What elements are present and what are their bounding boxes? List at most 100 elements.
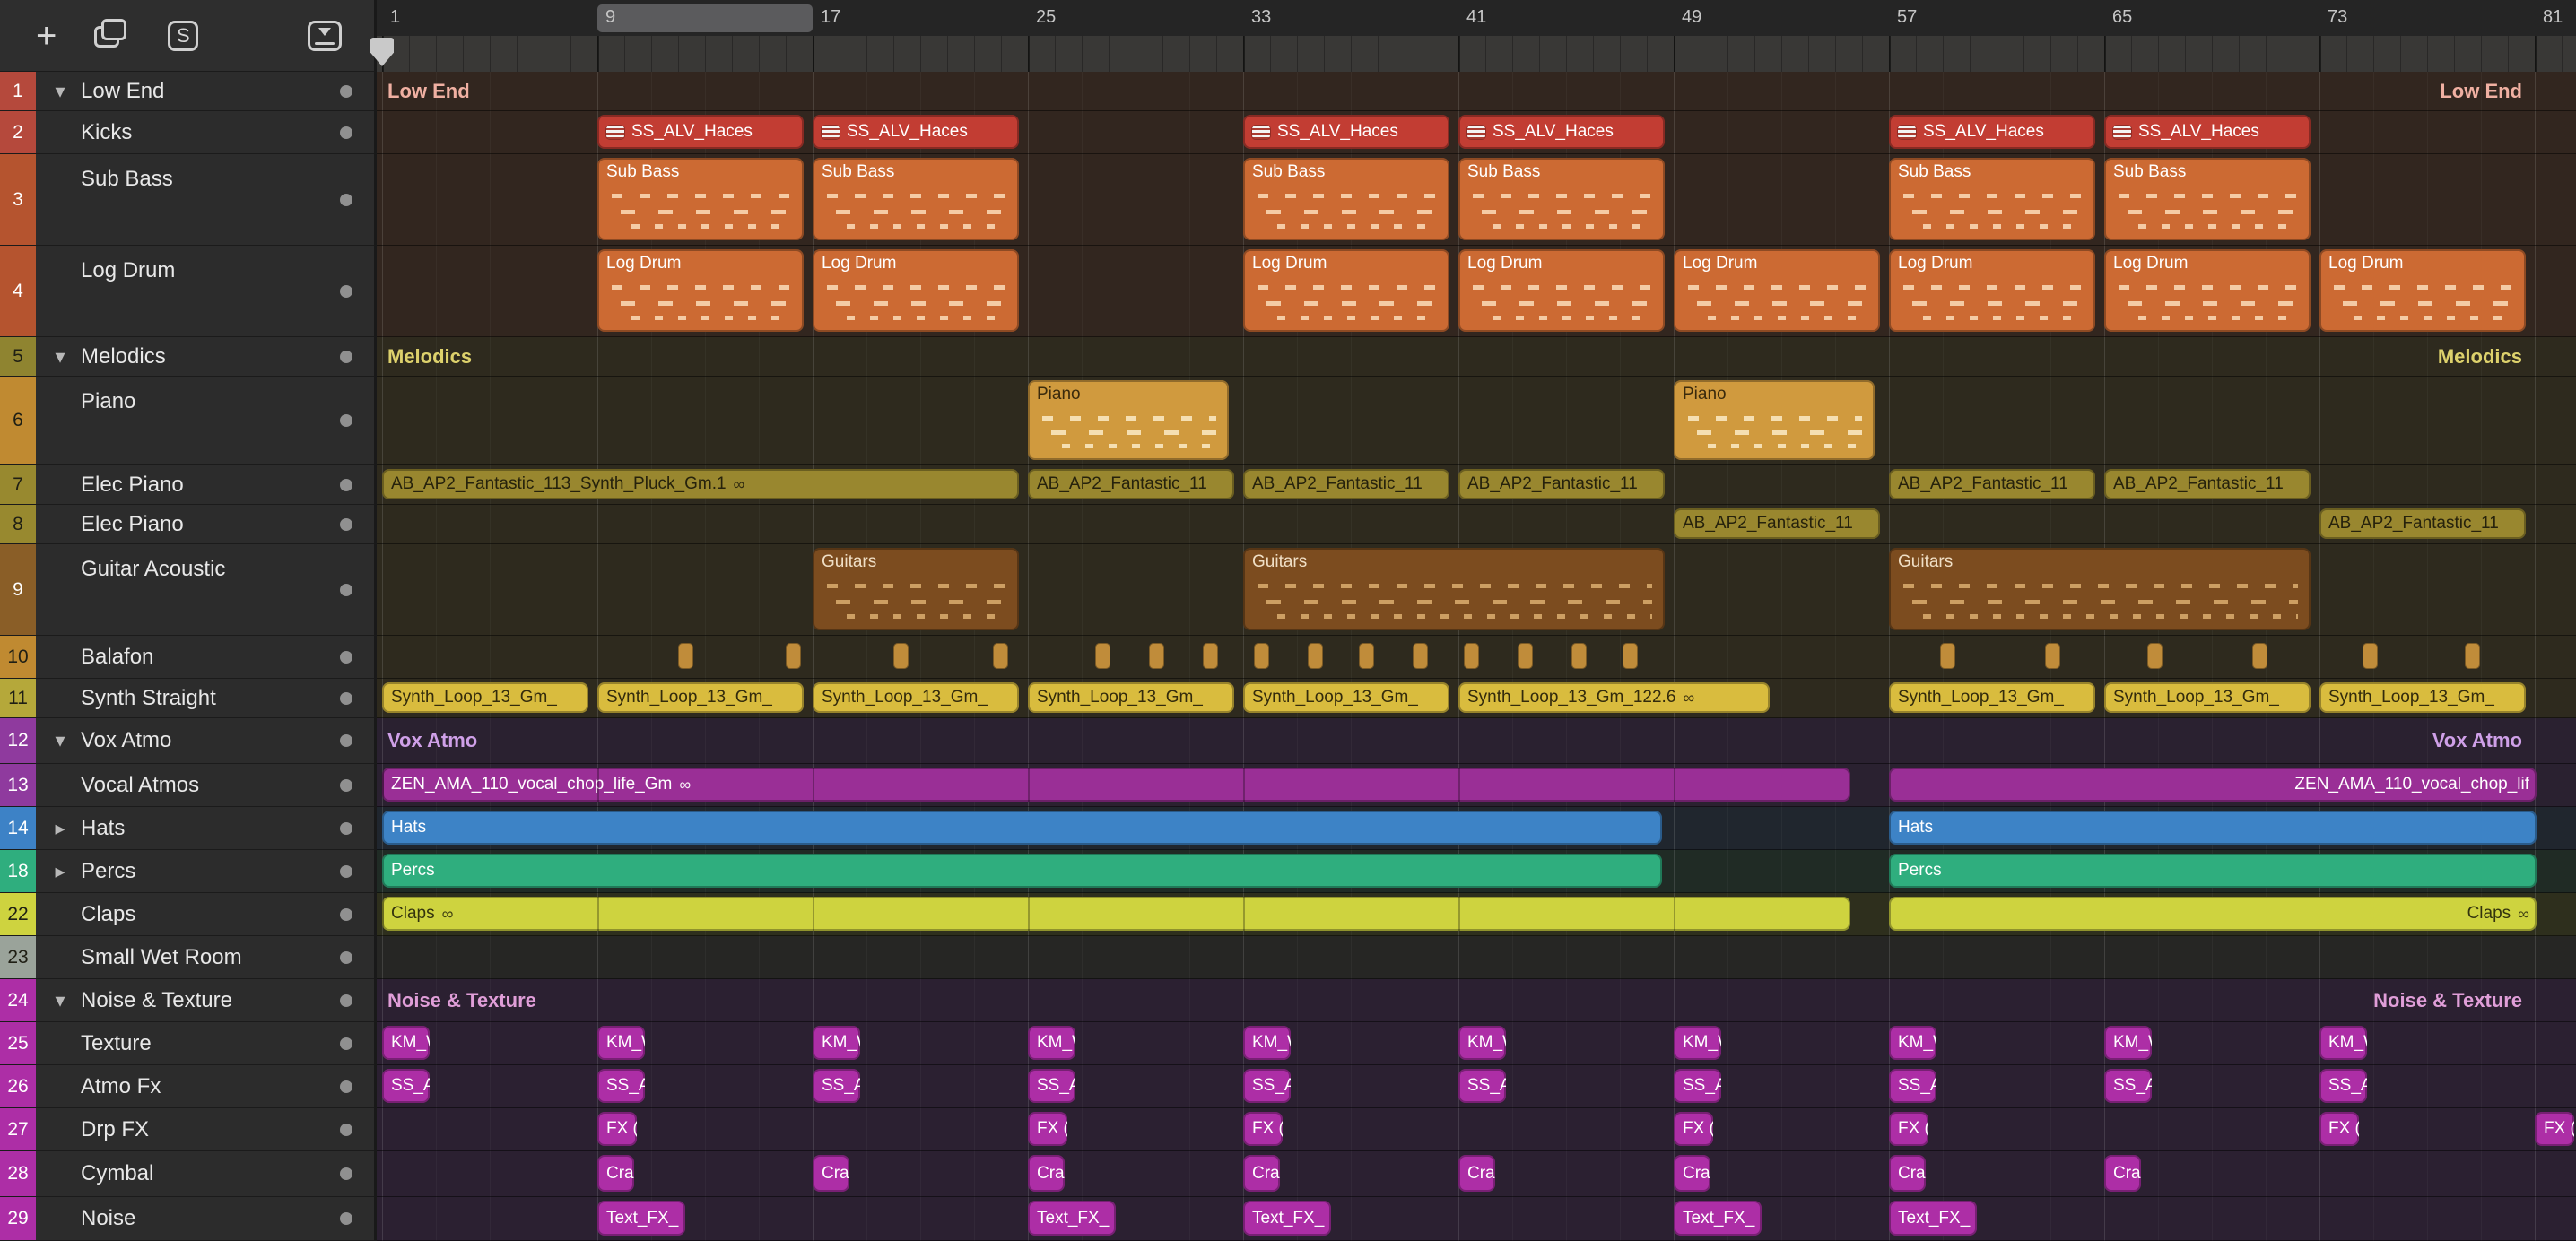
- region-square[interactable]: [1623, 643, 1638, 669]
- lane-hats[interactable]: Hats Hats: [377, 807, 2576, 850]
- region-cra[interactable]: Cra: [813, 1155, 849, 1192]
- region-square[interactable]: [2147, 643, 2163, 669]
- region-claps[interactable]: Claps ∞: [1889, 897, 2537, 931]
- track-header-piano[interactable]: 6 Piano: [0, 377, 374, 465]
- region-ss-alv-haces[interactable]: SS_ALV_Haces: [1889, 115, 2095, 149]
- lane-noise-texture[interactable]: Noise & Texture Noise & Texture: [377, 979, 2576, 1022]
- lane-sub-bass[interactable]: Sub Bass Sub Bass Sub Bass Sub Bass Sub Bass…: [377, 154, 2576, 246]
- region-fx[interactable]: FX (: [1674, 1112, 1713, 1146]
- region-square[interactable]: [893, 643, 909, 669]
- region-ss-alv-haces[interactable]: SS_ALV_Haces: [2104, 115, 2311, 149]
- lane-percs[interactable]: Percs Percs: [377, 850, 2576, 893]
- region-square[interactable]: [1203, 643, 1218, 669]
- region-cra[interactable]: Cra: [1458, 1155, 1495, 1192]
- track-header-atmo-fx[interactable]: 26 Atmo Fx: [0, 1065, 374, 1108]
- region-zen-ama-110-vocal-chop-life-gm[interactable]: ZEN_AMA_110_vocal_chop_life_Gm ∞: [382, 768, 1850, 802]
- region-ab-ap2-fantastic-11[interactable]: AB_AP2_Fantastic_11: [1028, 469, 1234, 499]
- region-square[interactable]: [2363, 643, 2378, 669]
- lane-drp-fx[interactable]: FX (FX (FX (FX (FX (FX (FX (: [377, 1108, 2576, 1151]
- region-ss-al[interactable]: SS_AL: [2104, 1069, 2152, 1103]
- region-square[interactable]: [2252, 643, 2267, 669]
- chevron-down-icon[interactable]: ▾: [47, 345, 74, 369]
- region-synth-loop-13-gm[interactable]: Synth_Loop_13_Gm_: [2104, 682, 2311, 713]
- track-header-drp-fx[interactable]: 27 Drp FX: [0, 1108, 374, 1151]
- region-sub-bass[interactable]: Sub Bass: [813, 158, 1019, 240]
- chevron-down-icon[interactable]: ▾: [47, 80, 74, 103]
- region-log-drum[interactable]: Log Drum: [2104, 249, 2311, 332]
- track-header-log-drum[interactable]: 4 Log Drum: [0, 246, 374, 337]
- region-km-w[interactable]: KM_W: [1889, 1026, 1936, 1060]
- region-square[interactable]: [1095, 643, 1110, 669]
- track-onoff-dot[interactable]: [340, 950, 352, 964]
- region-synth-loop-13-gm[interactable]: Synth_Loop_13_Gm_: [813, 682, 1019, 713]
- region-synth-loop-13-gm-122-6[interactable]: Synth_Loop_13_Gm_122.6 ∞: [1458, 682, 1770, 713]
- ruler-ticks[interactable]: [377, 36, 2576, 72]
- track-onoff-dot[interactable]: [340, 1167, 352, 1180]
- region-square[interactable]: [1518, 643, 1533, 669]
- lane-synth-straight[interactable]: Synth_Loop_13_Gm_ Synth_Loop_13_Gm_ Synth_…: [377, 679, 2576, 718]
- track-header-vocal-atmos[interactable]: 13 Vocal Atmos: [0, 764, 374, 807]
- lane-log-drum[interactable]: Log Drum Log Drum Log Drum Log Drum Log Drum…: [377, 246, 2576, 337]
- track-onoff-dot[interactable]: [340, 583, 352, 596]
- region-cra[interactable]: Cra: [1028, 1155, 1065, 1192]
- region-square[interactable]: [1149, 643, 1164, 669]
- region-ss-al[interactable]: SS_AL: [597, 1069, 645, 1103]
- region-km-w[interactable]: KM_W: [1028, 1026, 1075, 1060]
- track-header-sub-bass[interactable]: 3 Sub Bass: [0, 154, 374, 246]
- lane-guitar-acoustic[interactable]: Guitars Guitars Guitars: [377, 544, 2576, 636]
- region-fx[interactable]: FX (: [1028, 1112, 1067, 1146]
- region-km-w[interactable]: KM_W: [2104, 1026, 2152, 1060]
- region-ab-ap2-fantastic-113-synth-pluck-gm-1[interactable]: AB_AP2_Fantastic_113_Synth_Pluck_Gm.1 ∞: [382, 469, 1019, 499]
- track-header-noise-texture[interactable]: 24 ▾ Noise & Texture: [0, 979, 374, 1022]
- region-sub-bass[interactable]: Sub Bass: [1243, 158, 1449, 240]
- chevron-right-icon[interactable]: ▸: [47, 817, 74, 840]
- region-square[interactable]: [1413, 643, 1428, 669]
- region-log-drum[interactable]: Log Drum: [597, 249, 804, 332]
- region-log-drum[interactable]: Log Drum: [813, 249, 1019, 332]
- lane-noise[interactable]: Text_FX_ Text_FX_ Text_FX_ Text_FX_ Text_FX_: [377, 1197, 2576, 1241]
- track-header-low-end[interactable]: 1 ▾ Low End: [0, 72, 374, 111]
- region-square[interactable]: [2465, 643, 2480, 669]
- region-cra[interactable]: Cra: [1889, 1155, 1926, 1192]
- track-onoff-dot[interactable]: [340, 193, 352, 206]
- region-fx[interactable]: FX (: [1243, 1112, 1283, 1146]
- lane-vocal-atmos[interactable]: ZEN_AMA_110_vocal_chop_life_Gm ∞ ZEN_AMA_1…: [377, 764, 2576, 807]
- region-km-w[interactable]: KM_W: [2319, 1026, 2367, 1060]
- track-header-melodics[interactable]: 5 ▾ Melodics: [0, 337, 374, 377]
- region-square[interactable]: [1571, 643, 1587, 669]
- region-square[interactable]: [1359, 643, 1374, 669]
- region-zen-ama-110-vocal-chop-lif[interactable]: ZEN_AMA_110_vocal_chop_lif: [1889, 768, 2537, 802]
- region-square[interactable]: [786, 643, 801, 669]
- track-onoff-dot[interactable]: [340, 126, 352, 139]
- region-ss-al[interactable]: SS_AL: [1889, 1069, 1936, 1103]
- chevron-down-icon[interactable]: ▾: [47, 729, 74, 752]
- region-ab-ap2-fantastic-11[interactable]: AB_AP2_Fantastic_11: [2319, 508, 2526, 539]
- region-log-drum[interactable]: Log Drum: [1243, 249, 1449, 332]
- region-km-w[interactable]: KM_W: [813, 1026, 860, 1060]
- lane-kicks[interactable]: SS_ALV_Haces SS_ALV_Haces SS_ALV_Haces SS_A…: [377, 111, 2576, 154]
- lane-elec-piano[interactable]: AB_AP2_Fantastic_113_Synth_Pluck_Gm.1 ∞ AB…: [377, 465, 2576, 505]
- region-synth-loop-13-gm[interactable]: Synth_Loop_13_Gm_: [382, 682, 588, 713]
- lane-piano[interactable]: Piano Piano: [377, 377, 2576, 465]
- region-piano[interactable]: Piano: [1028, 380, 1229, 460]
- region-square[interactable]: [678, 643, 693, 669]
- region-piano[interactable]: Piano: [1674, 380, 1875, 460]
- region-ss-alv-haces[interactable]: SS_ALV_Haces: [597, 115, 804, 149]
- lane-vox-atmo[interactable]: Vox Atmo Vox Atmo: [377, 718, 2576, 764]
- chevron-right-icon[interactable]: ▸: [47, 860, 74, 883]
- collapse-tracks-icon[interactable]: [308, 20, 342, 51]
- track-header-claps[interactable]: 22 Claps: [0, 893, 374, 936]
- region-log-drum[interactable]: Log Drum: [1458, 249, 1665, 332]
- region-sub-bass[interactable]: Sub Bass: [1458, 158, 1665, 240]
- track-onoff-dot[interactable]: [340, 1080, 352, 1093]
- lane-cymbal[interactable]: Cra Cra Cra Cra Cra Cra Cra Cra: [377, 1151, 2576, 1197]
- track-onoff-dot[interactable]: [340, 691, 352, 705]
- track-header-balafon[interactable]: 10 Balafon: [0, 636, 374, 679]
- chevron-down-icon[interactable]: ▾: [47, 989, 74, 1012]
- region-ss-al[interactable]: SS_AL: [1028, 1069, 1075, 1103]
- lane-elec-piano[interactable]: AB_AP2_Fantastic_11 AB_AP2_Fantastic_11: [377, 505, 2576, 544]
- region-ss-alv-haces[interactable]: SS_ALV_Haces: [1243, 115, 1449, 149]
- track-onoff-dot[interactable]: [340, 284, 352, 298]
- region-ss-al[interactable]: SS_AL: [813, 1069, 860, 1103]
- region-log-drum[interactable]: Log Drum: [1674, 249, 1880, 332]
